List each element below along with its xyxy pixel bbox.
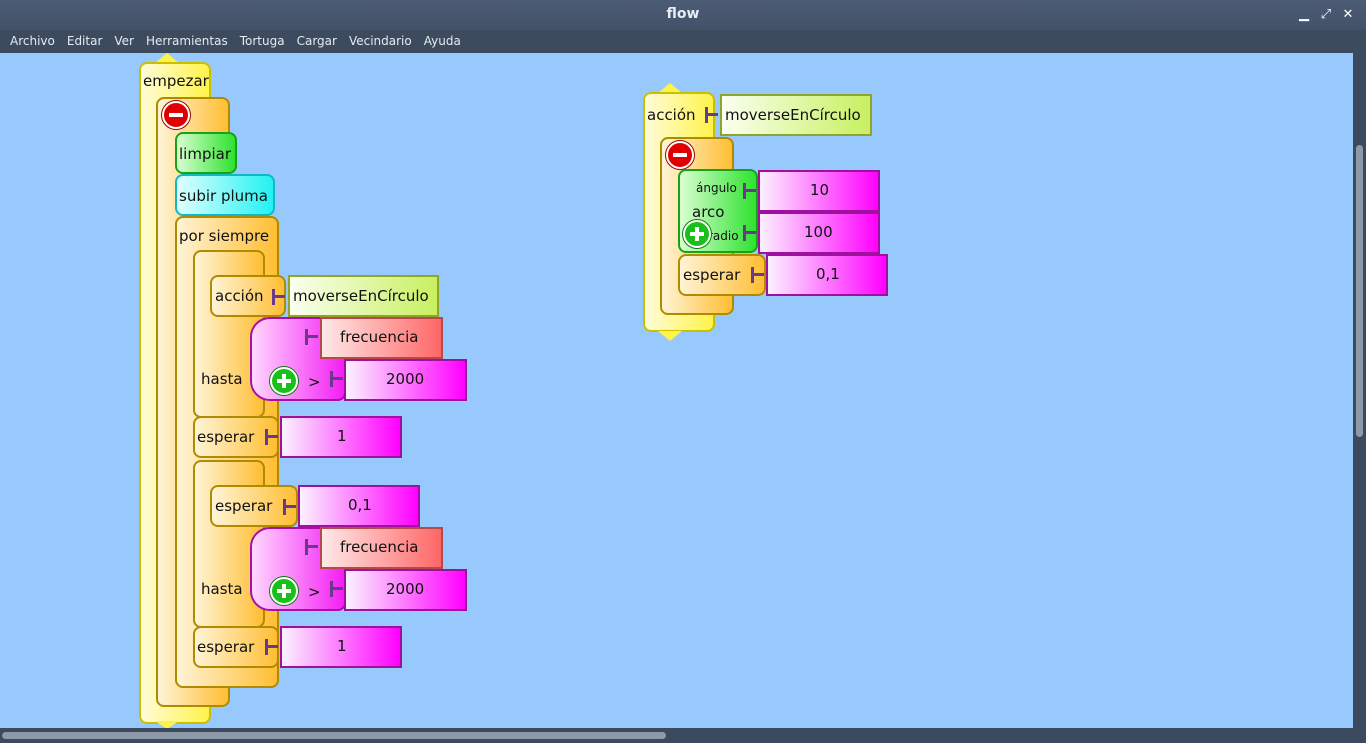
menu-cargar[interactable]: Cargar <box>291 34 343 48</box>
start-label: empezar <box>143 72 209 90</box>
frequency-label-2: frecuencia <box>340 538 419 556</box>
arc-angle-value-block[interactable]: 10 <box>758 170 880 212</box>
connector-icon <box>330 371 344 387</box>
wait-value-2: 0,1 <box>348 496 372 514</box>
wait-label-3: esperar <box>197 638 255 656</box>
action-def-name-block[interactable]: moverseEnCírculo <box>720 94 872 136</box>
menu-herramientas[interactable]: Herramientas <box>140 34 234 48</box>
connector-icon <box>305 329 319 345</box>
number-block-2[interactable]: 2000 <box>344 569 467 611</box>
action-wait-value-block[interactable]: 0,1 <box>766 254 888 296</box>
connector-icon <box>751 267 765 283</box>
maximize-icon[interactable]: ⤢ <box>1318 7 1334 23</box>
action-def-label: acción <box>647 106 696 124</box>
vertical-scroll-thumb[interactable] <box>1356 145 1363 437</box>
action-call-name: moverseEnCírculo <box>293 287 429 305</box>
clear-block[interactable]: limpiar <box>175 132 237 174</box>
close-icon[interactable]: ✕ <box>1340 7 1356 23</box>
expand-plus-icon[interactable] <box>270 577 298 605</box>
menu-vecindario[interactable]: Vecindario <box>343 34 418 48</box>
arc-radius-value-block[interactable]: 100 <box>758 212 880 254</box>
action-def-name: moverseEnCírculo <box>725 106 861 124</box>
compare-op-1: > <box>308 373 321 391</box>
connector-icon <box>283 499 297 515</box>
number-block-1[interactable]: 2000 <box>344 359 467 401</box>
horizontal-scroll-thumb[interactable] <box>2 732 666 739</box>
wait-value-block-3[interactable]: 1 <box>280 626 402 668</box>
title-bar: flow ▁ ⤢ ✕ <box>0 0 1366 30</box>
minimize-icon[interactable]: ▁ <box>1296 7 1312 23</box>
frequency-block-1[interactable]: frecuencia <box>320 317 443 359</box>
number-value-2: 2000 <box>386 580 425 598</box>
expand-plus-icon[interactable] <box>683 220 711 248</box>
menu-ver[interactable]: Ver <box>108 34 140 48</box>
collapse-minus-icon[interactable] <box>666 141 694 169</box>
connector-icon <box>743 225 757 241</box>
connector-icon <box>265 639 279 655</box>
menu-editar[interactable]: Editar <box>61 34 109 48</box>
wait-value-3: 1 <box>337 637 347 655</box>
number-value-1: 2000 <box>386 370 425 388</box>
arc-angle-value: 10 <box>810 181 830 199</box>
connector-icon <box>705 107 719 123</box>
block-canvas[interactable]: empezar limpiar subir pluma por siempre … <box>0 53 1353 728</box>
clear-label: limpiar <box>179 145 231 163</box>
arc-angle-label: ángulo <box>696 181 737 195</box>
connector-icon <box>743 183 757 199</box>
compare-op-2: > <box>308 583 321 601</box>
window-title: flow <box>666 6 700 22</box>
frequency-label-1: frecuencia <box>340 328 419 346</box>
action-call-name-block[interactable]: moverseEnCírculo <box>288 275 439 317</box>
until-label-2: hasta <box>201 580 243 598</box>
wait-value-block-1[interactable]: 1 <box>280 416 402 458</box>
action-call-label: acción <box>215 287 264 305</box>
pen-up-block[interactable]: subir pluma <box>175 174 275 216</box>
arc-label: arco <box>692 203 725 221</box>
connector-icon <box>265 429 279 445</box>
arc-radius-label: radio <box>708 229 739 243</box>
frequency-block-2[interactable]: frecuencia <box>320 527 443 569</box>
menu-ayuda[interactable]: Ayuda <box>418 34 467 48</box>
connector-icon <box>272 289 286 305</box>
wait-value-block-2[interactable]: 0,1 <box>298 485 420 527</box>
wait-label-2: esperar <box>215 497 273 515</box>
expand-plus-icon[interactable] <box>270 367 298 395</box>
connector-icon <box>305 539 319 555</box>
forever-label: por siempre <box>179 227 270 245</box>
action-wait-label: esperar <box>683 266 741 284</box>
menu-archivo[interactable]: Archivo <box>4 34 61 48</box>
action-wait-value: 0,1 <box>816 265 840 283</box>
arc-radius-value: 100 <box>804 223 833 241</box>
action-def-bottom-notch <box>658 331 682 341</box>
menu-bar: Archivo Editar Ver Herramientas Tortuga … <box>0 30 1366 52</box>
connector-icon <box>330 581 344 597</box>
start-bottom-notch <box>155 721 179 728</box>
wait-label-1: esperar <box>197 428 255 446</box>
until-label-1: hasta <box>201 370 243 388</box>
pen-up-label: subir pluma <box>179 187 268 205</box>
collapse-minus-icon[interactable] <box>162 101 190 129</box>
menu-tortuga[interactable]: Tortuga <box>234 34 291 48</box>
wait-value-1: 1 <box>337 427 347 445</box>
